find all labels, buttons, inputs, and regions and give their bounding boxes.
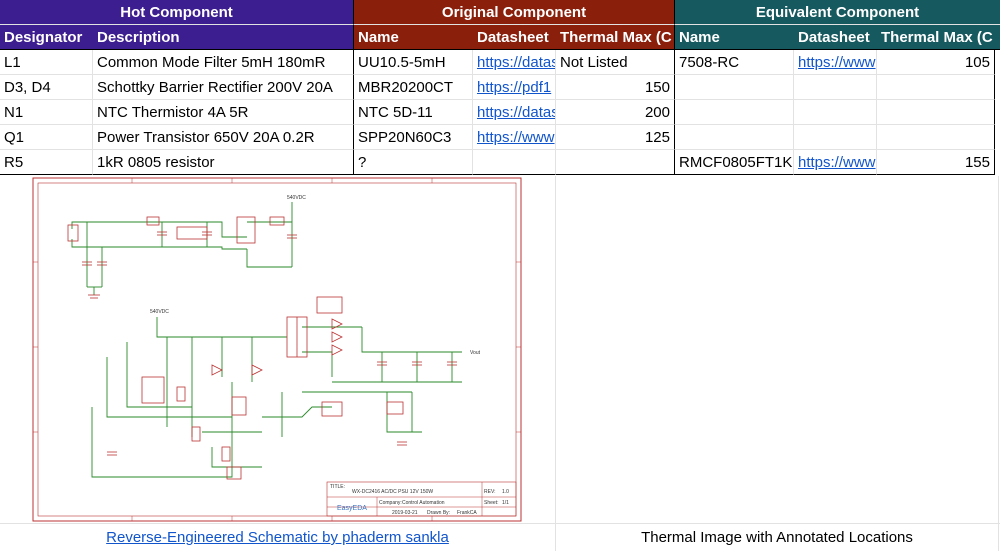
cell-eq-thermal[interactable]	[877, 75, 995, 100]
table-row: N1 NTC Thermistor 4A 5R NTC 5D-11 https:…	[0, 100, 1000, 125]
cell-eq-name[interactable]	[675, 100, 794, 125]
cell-orig-thermal[interactable]: 150	[556, 75, 675, 100]
cell-designator[interactable]: R5	[0, 150, 93, 175]
label-vout: Vout	[470, 350, 481, 356]
footer-schematic-link-cell: Reverse-Engineered Schematic by phaderm …	[0, 524, 555, 551]
group-original-component[interactable]: Original Component	[354, 0, 675, 25]
group-hot-component[interactable]: Hot Component	[0, 0, 354, 25]
table-row: Q1 Power Transistor 650V 20A 0.2R SPP20N…	[0, 125, 1000, 150]
group-header-row: Hot Component Original Component Equival…	[0, 0, 1000, 25]
date-text: 2019-03-21	[392, 510, 418, 516]
header-designator[interactable]: Designator	[0, 25, 93, 50]
cell-orig-name[interactable]: NTC 5D-11	[354, 100, 473, 125]
sheet-label: Sheet:	[484, 500, 498, 506]
cell-orig-name[interactable]: SPP20N60C3	[354, 125, 473, 150]
cell-eq-name[interactable]	[675, 125, 794, 150]
cell-orig-datasheet-link[interactable]: https://pdf1	[473, 75, 556, 100]
cell-eq-thermal[interactable]: 105	[877, 50, 995, 75]
sheet-text: 1/1	[502, 500, 509, 506]
cell-designator[interactable]: Q1	[0, 125, 93, 150]
spreadsheet: Hot Component Original Component Equival…	[0, 0, 1000, 551]
cell-orig-name[interactable]: UU10.5-5mH	[354, 50, 473, 75]
cell-orig-thermal[interactable]: 125	[556, 125, 675, 150]
cell-orig-name[interactable]: ?	[354, 150, 473, 175]
cell-description[interactable]: Schottky Barrier Rectifier 200V 20A	[93, 75, 354, 100]
header-eq-name[interactable]: Name	[675, 25, 794, 50]
header-orig-thermal[interactable]: Thermal Max (C	[556, 25, 675, 50]
easyeda-logo: EasyEDA	[337, 505, 367, 512]
title-text: WX-DC2416 AC/DC PSU 12V 150W	[352, 489, 433, 495]
header-description[interactable]: Description	[93, 25, 354, 50]
cell-orig-datasheet-link[interactable]: https://datas	[473, 100, 556, 125]
cell-orig-thermal[interactable]: Not Listed	[556, 50, 675, 75]
footer-caption-cell: Thermal Image with Annotated Locations	[556, 524, 998, 551]
cell-description[interactable]: Power Transistor 650V 20A 0.2R	[93, 125, 354, 150]
drawn-text: FrankCA	[457, 510, 477, 516]
column-divider	[555, 176, 556, 551]
label-540vdc-mid: 540VDC	[150, 309, 169, 315]
cell-eq-datasheet-link[interactable]	[794, 125, 877, 150]
cell-eq-name[interactable]	[675, 75, 794, 100]
cell-eq-name[interactable]: 7508-RC	[675, 50, 794, 75]
cell-eq-datasheet-link[interactable]	[794, 100, 877, 125]
cell-description[interactable]: 1kR 0805 resistor	[93, 150, 354, 175]
column-divider	[998, 176, 999, 551]
cell-description[interactable]: Common Mode Filter 5mH 180mR	[93, 50, 354, 75]
cell-orig-datasheet-link[interactable]: https://www	[473, 125, 556, 150]
cell-designator[interactable]: L1	[0, 50, 93, 75]
schematic-credit-link[interactable]: Reverse-Engineered Schematic by phaderm …	[106, 529, 449, 546]
label-540vdc-top: 540VDC	[287, 195, 306, 201]
schematic-drawing: 540VDC 540VDC Vout TITLE: WX-DC2416 AC/D…	[32, 177, 522, 522]
company-text: Control Automation	[402, 500, 445, 506]
table-row: D3, D4 Schottky Barrier Rectifier 200V 2…	[0, 75, 1000, 100]
rev-label: REV:	[484, 489, 495, 495]
column-header-row: Designator Description Name Datasheet Th…	[0, 25, 1000, 50]
cell-eq-datasheet-link[interactable]: https://www	[794, 50, 877, 75]
cell-orig-datasheet-link[interactable]: https://datas	[473, 50, 556, 75]
header-eq-thermal[interactable]: Thermal Max (C	[877, 25, 1000, 50]
cell-eq-name[interactable]: RMCF0805FT1K	[675, 150, 794, 175]
cell-orig-thermal[interactable]: 200	[556, 100, 675, 125]
cell-designator[interactable]: N1	[0, 100, 93, 125]
schematic-image[interactable]: 540VDC 540VDC Vout TITLE: WX-DC2416 AC/D…	[32, 177, 522, 522]
cell-orig-datasheet-link[interactable]	[473, 150, 556, 175]
header-orig-name[interactable]: Name	[354, 25, 473, 50]
table-row: R5 1kR 0805 resistor ? RMCF0805FT1K http…	[0, 150, 1000, 175]
rev-text: 1.0	[502, 489, 509, 495]
group-equivalent-component[interactable]: Equivalent Component	[675, 0, 1000, 25]
company-label: Company:	[379, 500, 402, 506]
cell-eq-datasheet-link[interactable]	[794, 75, 877, 100]
drawn-label: Drawn By:	[427, 510, 450, 516]
cell-orig-thermal[interactable]	[556, 150, 675, 175]
cell-eq-datasheet-link[interactable]: https://www	[794, 150, 877, 175]
cell-description[interactable]: NTC Thermistor 4A 5R	[93, 100, 354, 125]
header-orig-datasheet[interactable]: Datasheet	[473, 25, 556, 50]
cell-eq-thermal[interactable]	[877, 100, 995, 125]
table-row: L1 Common Mode Filter 5mH 180mR UU10.5-5…	[0, 50, 1000, 75]
cell-eq-thermal[interactable]	[877, 125, 995, 150]
cell-designator[interactable]: D3, D4	[0, 75, 93, 100]
header-eq-datasheet[interactable]: Datasheet	[794, 25, 877, 50]
cell-orig-name[interactable]: MBR20200CT	[354, 75, 473, 100]
cell-eq-thermal[interactable]: 155	[877, 150, 995, 175]
thermal-image-caption[interactable]: Thermal Image with Annotated Locations	[641, 529, 913, 546]
title-label: TITLE:	[330, 484, 345, 490]
